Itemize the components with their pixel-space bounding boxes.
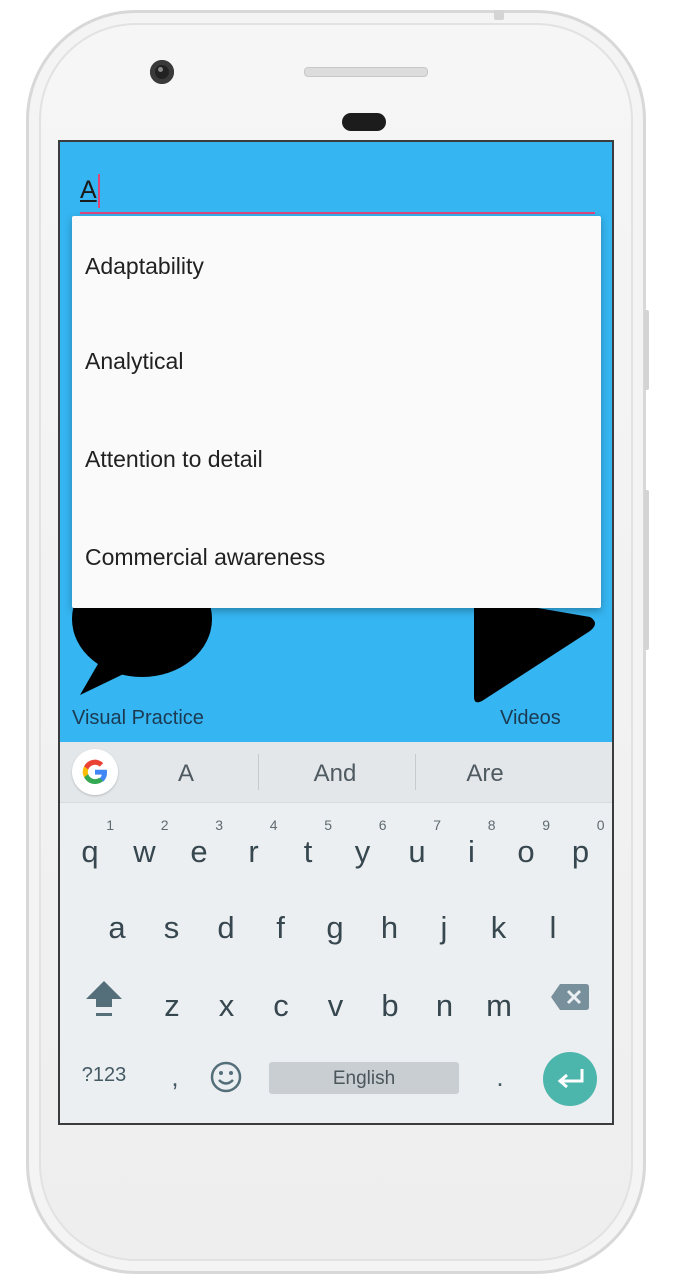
search-input[interactable]: A <box>80 172 595 214</box>
key-number-hint: 3 <box>215 817 223 833</box>
search-input-value: A <box>80 176 97 204</box>
key-i[interactable]: i8 <box>446 812 498 882</box>
autocomplete-item[interactable]: Analytical <box>72 312 601 410</box>
enter-arrow-icon <box>557 1069 584 1089</box>
soft-keyboard: A And Are ?123 , English . q 1 w 2 e 3 r… <box>60 742 612 1123</box>
symbols-key[interactable]: ?123 <box>74 1064 134 1087</box>
key-m[interactable]: m <box>473 966 525 1036</box>
key-number-hint: 5 <box>324 817 332 833</box>
key-r[interactable]: r4 <box>228 812 280 882</box>
key-label: b <box>381 988 399 1023</box>
app-screen: A Visual Practice Videos Adaptability An… <box>58 140 614 1125</box>
key-label: d <box>217 910 235 945</box>
key-y[interactable]: y6 <box>337 812 389 882</box>
key-h[interactable]: h <box>364 888 416 958</box>
key-j[interactable]: j <box>418 888 470 958</box>
key-a[interactable]: a <box>91 888 143 958</box>
key-p[interactable]: p0 <box>555 812 607 882</box>
earpiece-speaker <box>304 67 428 77</box>
autocomplete-item[interactable]: Adaptability <box>72 216 601 312</box>
key-label: o <box>517 834 535 869</box>
key-s[interactable]: s <box>146 888 198 958</box>
suggestion-strip: A And Are <box>60 742 612 803</box>
key-t[interactable]: t5 <box>282 812 334 882</box>
key-q[interactable]: q1 <box>64 812 116 882</box>
key-label: q <box>81 834 99 869</box>
autocomplete-item[interactable]: Attention to detail <box>72 410 601 508</box>
key-number-hint: 0 <box>596 817 605 833</box>
key-label: n <box>435 988 454 1023</box>
key-label: t <box>303 834 313 869</box>
suggestion-1[interactable]: A <box>130 742 242 802</box>
key-label: g <box>326 910 344 945</box>
key-number-hint: 9 <box>542 817 550 833</box>
top-button <box>494 10 504 20</box>
key-label: w <box>133 834 156 869</box>
key-label: i <box>468 834 475 869</box>
key-d[interactable]: d <box>200 888 252 958</box>
proximity-sensor <box>342 113 386 131</box>
key-f[interactable]: f <box>255 888 307 958</box>
key-label: u <box>408 834 426 869</box>
key-label: e <box>190 834 208 869</box>
key-u[interactable]: u7 <box>391 812 443 882</box>
key-label: s <box>163 910 180 945</box>
volume-button <box>644 490 649 650</box>
videos-label[interactable]: Videos <box>500 707 561 730</box>
key-n[interactable]: n <box>419 966 471 1036</box>
suggestion-divider <box>415 754 416 790</box>
google-icon[interactable] <box>72 749 118 795</box>
power-button <box>644 310 649 390</box>
shift-key[interactable] <box>84 977 124 1027</box>
key-z[interactable]: z <box>146 966 198 1036</box>
key-b[interactable]: b <box>364 966 416 1036</box>
key-label: x <box>218 988 235 1023</box>
key-l[interactable]: l <box>527 888 579 958</box>
key-g[interactable]: g <box>309 888 361 958</box>
key-label: p <box>571 834 590 869</box>
speech-bubble-icon[interactable] <box>72 561 212 702</box>
backspace-key[interactable] <box>550 982 590 1022</box>
visual-practice-label[interactable]: Visual Practice <box>72 707 204 730</box>
key-label: c <box>273 988 289 1023</box>
period-key[interactable]: . <box>485 1062 515 1093</box>
key-label: a <box>108 910 126 945</box>
key-label: m <box>486 988 512 1023</box>
suggestion-2[interactable]: And <box>270 742 400 802</box>
key-e[interactable]: e3 <box>173 812 225 882</box>
key-label: k <box>490 910 507 945</box>
key-v[interactable]: v <box>310 966 362 1036</box>
key-number-hint: 6 <box>378 817 387 833</box>
suggestion-3[interactable]: Are <box>420 742 550 802</box>
key-number-hint: 7 <box>433 817 441 833</box>
key-label: f <box>276 910 285 945</box>
key-label: h <box>380 910 399 945</box>
comma-key[interactable]: , <box>160 1062 190 1093</box>
space-key[interactable]: English <box>269 1062 459 1094</box>
key-number-hint: 4 <box>269 817 278 833</box>
suggestion-divider <box>258 754 259 790</box>
key-number-hint: 8 <box>487 817 496 833</box>
enter-key[interactable] <box>543 1052 597 1106</box>
autocomplete-item[interactable]: Commercial awareness <box>72 508 601 606</box>
key-k[interactable]: k <box>473 888 525 958</box>
key-label: l <box>549 910 557 945</box>
key-x[interactable]: x <box>201 966 253 1036</box>
key-label: r <box>248 834 259 869</box>
key-label: v <box>327 988 344 1023</box>
key-label: j <box>440 910 448 945</box>
key-c[interactable]: c <box>255 966 307 1036</box>
autocomplete-dropdown: Adaptability Analytical Attention to det… <box>72 216 601 608</box>
key-number-hint: 1 <box>106 817 114 833</box>
key-w[interactable]: w2 <box>119 812 171 882</box>
text-caret <box>98 174 100 208</box>
key-label: y <box>354 834 371 869</box>
play-icon[interactable] <box>470 597 600 712</box>
key-label: z <box>164 988 180 1023</box>
emoji-icon[interactable] <box>208 1060 244 1096</box>
front-camera <box>150 60 174 84</box>
key-number-hint: 2 <box>160 817 169 833</box>
key-o[interactable]: o9 <box>500 812 552 882</box>
